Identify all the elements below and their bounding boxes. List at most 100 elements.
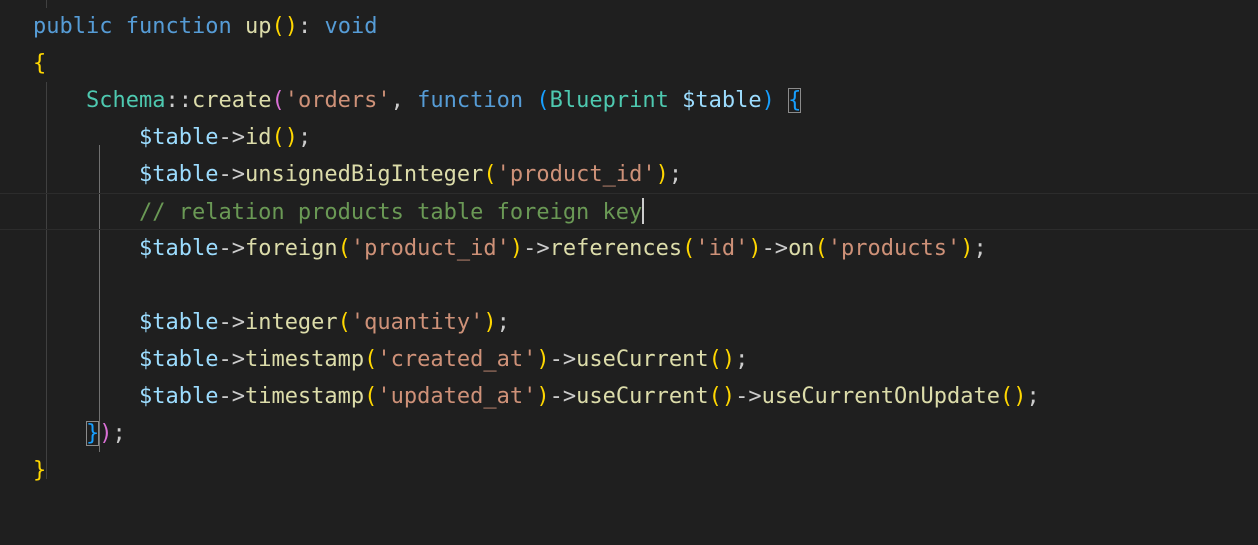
code-token: 'orders' xyxy=(284,88,391,113)
code-token: ( xyxy=(1000,384,1014,409)
code-token: -> xyxy=(549,384,577,409)
code-token: 'quantity' xyxy=(350,310,484,335)
code-token: { xyxy=(788,88,802,113)
code-token: on xyxy=(788,236,815,261)
code-token: ( xyxy=(814,236,828,261)
code-token: timestamp xyxy=(244,384,365,409)
code-token: -> xyxy=(218,310,245,335)
code-token: ) xyxy=(284,125,298,150)
code-token: ( xyxy=(337,236,351,261)
code-token: void xyxy=(324,14,378,39)
code-token: ( xyxy=(271,14,285,39)
code-token: Blueprint xyxy=(549,88,669,113)
code-token: $table xyxy=(138,125,219,150)
code-token: integer xyxy=(244,310,338,335)
code-token: // relation products table foreign key xyxy=(138,200,643,225)
code-token: ; xyxy=(496,310,510,335)
code-token: id xyxy=(244,125,272,150)
code-token: } xyxy=(85,421,100,446)
code-token: ; xyxy=(112,421,126,446)
code-token: ( xyxy=(536,88,550,113)
code-token: -> xyxy=(735,384,762,409)
code-token: -> xyxy=(761,236,789,261)
code-token: ) xyxy=(960,236,974,261)
code-token: 'product_id' xyxy=(350,236,510,261)
code-token: ) xyxy=(748,236,762,261)
code-token: } xyxy=(33,458,47,483)
code-token: ( xyxy=(708,384,722,409)
code-token: ) xyxy=(721,384,736,409)
code-token: ; xyxy=(735,347,749,372)
code-token: ; xyxy=(668,162,683,187)
code-line-9[interactable]: $table->integer('quantity'); xyxy=(0,304,1258,341)
code-line-4[interactable]: $table->id(); xyxy=(0,119,1258,156)
code-line-12[interactable]: }); xyxy=(0,415,1258,452)
code-line-7[interactable]: $table->foreign('product_id')->reference… xyxy=(0,230,1258,267)
indent-guide-top xyxy=(46,0,47,8)
code-token: useCurrent xyxy=(576,347,709,372)
code-token: ; xyxy=(1026,384,1040,409)
code-token: : xyxy=(297,14,325,39)
code-token: useCurrentOnUpdate xyxy=(761,384,1000,409)
code-token: ( xyxy=(271,125,285,150)
code-token: ; xyxy=(297,125,312,150)
code-token: { xyxy=(33,51,47,76)
code-token: ) xyxy=(509,236,524,261)
code-line-3[interactable]: Schema::create('orders', function (Bluep… xyxy=(0,82,1258,119)
code-token: ( xyxy=(271,88,285,113)
code-line-10[interactable]: $table->timestamp('created_at')->useCurr… xyxy=(0,341,1258,378)
code-line-1[interactable]: public function up(): void xyxy=(0,8,1258,45)
code-token: 'product_id' xyxy=(496,162,656,187)
code-token: function xyxy=(417,88,524,113)
code-token: ) xyxy=(721,347,736,372)
code-token: create xyxy=(191,88,272,113)
code-token: ( xyxy=(708,347,722,372)
code-line-8[interactable] xyxy=(0,267,1258,304)
code-line-5[interactable]: $table->unsignedBigInteger('product_id')… xyxy=(0,156,1258,193)
code-token: $table xyxy=(138,347,219,372)
code-line-6[interactable]: // relation products table foreign key xyxy=(0,193,1258,230)
code-token: ) xyxy=(99,421,113,446)
code-token: 'updated_at' xyxy=(377,384,537,409)
code-token: foreign xyxy=(244,236,338,261)
code-token: ( xyxy=(682,236,696,261)
code-token: ) xyxy=(483,310,497,335)
code-token: ) xyxy=(284,14,298,39)
code-token: unsignedBigInteger xyxy=(244,162,484,187)
code-token: -> xyxy=(218,236,245,261)
code-token: ) xyxy=(536,384,550,409)
code-token: ( xyxy=(337,310,351,335)
code-token: :: xyxy=(165,88,192,113)
code-token: $table xyxy=(138,236,219,261)
code-line-13[interactable]: } xyxy=(0,452,1258,489)
code-line-11[interactable]: $table->timestamp('updated_at')->useCurr… xyxy=(0,378,1258,415)
code-token: public xyxy=(33,14,113,39)
code-token: ( xyxy=(364,347,378,372)
code-token: ) xyxy=(761,88,775,113)
code-token: $table xyxy=(138,162,219,187)
code-token: up xyxy=(244,14,272,39)
text-cursor xyxy=(642,198,645,224)
code-token: -> xyxy=(523,236,550,261)
code-token: 'id' xyxy=(695,236,749,261)
code-token: ( xyxy=(364,384,378,409)
code-token: -> xyxy=(218,162,245,187)
code-token: timestamp xyxy=(244,347,365,372)
code-editor[interactable]: public function up(): void{ Schema::crea… xyxy=(0,0,1258,545)
code-token: $table xyxy=(138,384,219,409)
code-token: references xyxy=(549,236,683,261)
code-line-2[interactable]: { xyxy=(0,45,1258,82)
code-token: function xyxy=(125,14,232,39)
